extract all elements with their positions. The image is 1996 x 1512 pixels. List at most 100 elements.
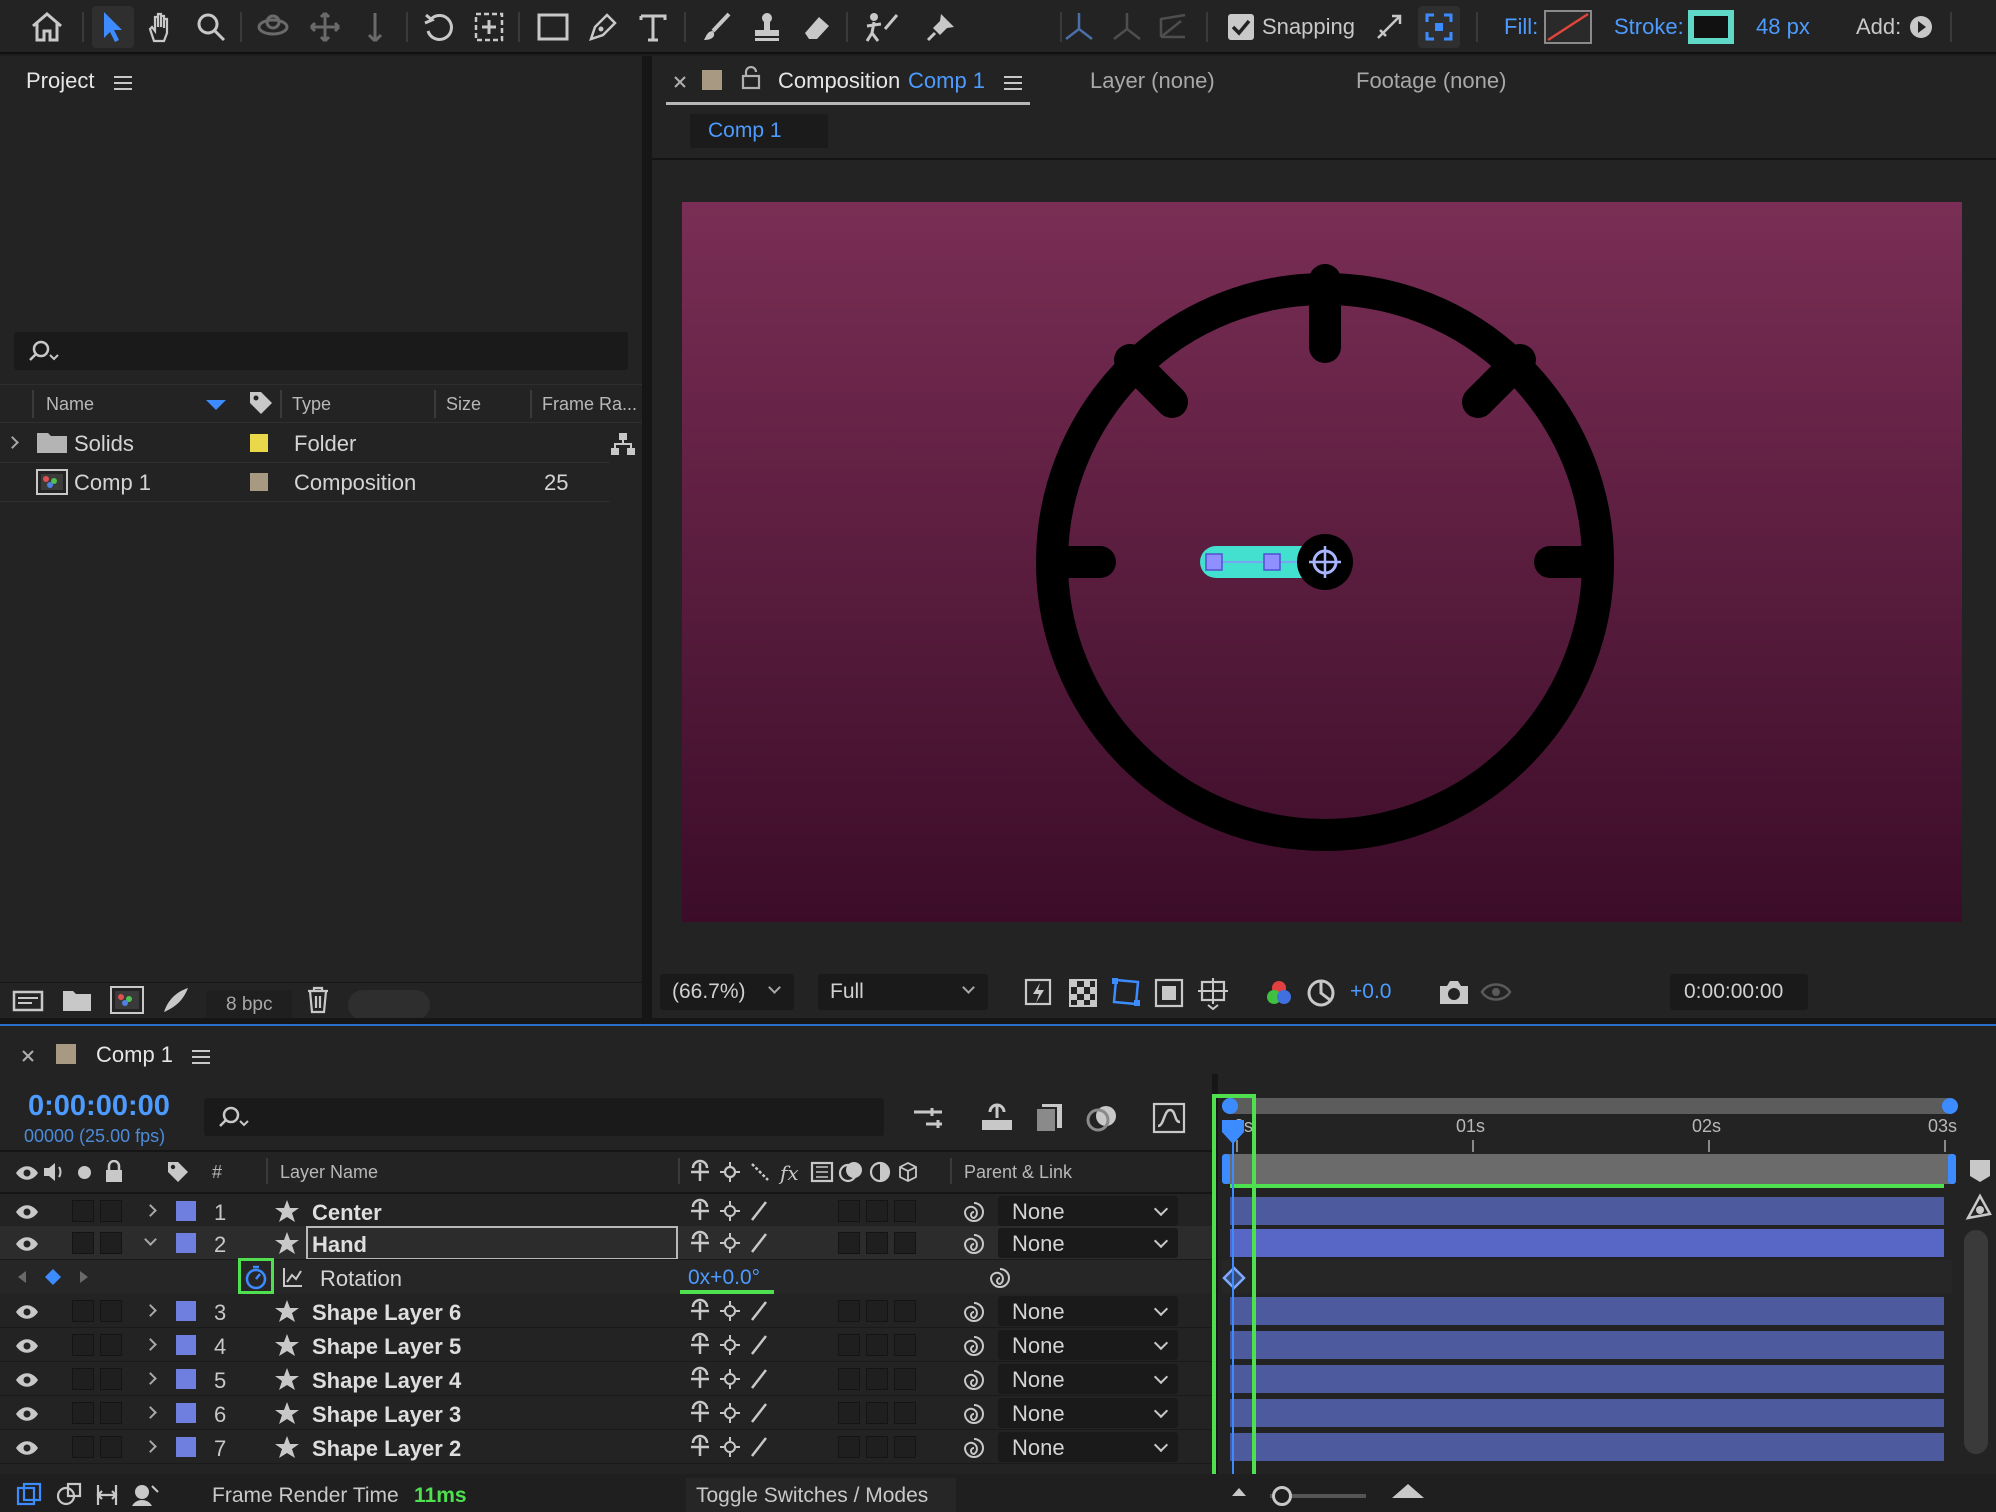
- type-tool-icon[interactable]: [632, 6, 674, 48]
- lock-switch[interactable]: [100, 1300, 122, 1322]
- add-keyframe-icon[interactable]: [44, 1268, 62, 1286]
- zoom-out-icon[interactable]: [1230, 1486, 1248, 1498]
- motion-blur-switch[interactable]: [838, 1200, 860, 1222]
- pickwhip-icon[interactable]: [962, 1300, 986, 1324]
- footage-tab[interactable]: Footage (none): [1356, 68, 1506, 94]
- grid-guides-icon[interactable]: [1196, 976, 1230, 1010]
- panel-divider[interactable]: [642, 56, 652, 1018]
- layer-row[interactable]: 4 Shape Layer 5 None: [0, 1328, 1212, 1362]
- axis-local-icon[interactable]: [1058, 6, 1100, 48]
- snapshot-camera-icon[interactable]: [1438, 978, 1470, 1006]
- motion-blur-switch[interactable]: [838, 1300, 860, 1322]
- 3d-layer-switch[interactable]: [894, 1300, 916, 1322]
- layer-switches[interactable]: [688, 1298, 784, 1324]
- comp-button-icon[interactable]: [1964, 1192, 1994, 1222]
- pan-camera-icon[interactable]: [304, 6, 346, 48]
- viewer-tab-comp-name[interactable]: Comp 1: [908, 68, 985, 94]
- motion-blur-icon[interactable]: [1086, 1102, 1118, 1134]
- pickwhip-icon[interactable]: [962, 1334, 986, 1358]
- pickwhip-icon[interactable]: [962, 1368, 986, 1392]
- panel-menu-icon[interactable]: [114, 76, 132, 90]
- lock-icon[interactable]: [740, 66, 762, 90]
- pickwhip-icon[interactable]: [962, 1436, 986, 1460]
- pickwhip-icon[interactable]: [988, 1266, 1012, 1290]
- reset-exposure-icon[interactable]: [1306, 978, 1336, 1008]
- fill-swatch[interactable]: [1544, 10, 1592, 44]
- current-time-display[interactable]: 0:00:00:00: [28, 1090, 170, 1123]
- layer-switches[interactable]: [688, 1434, 784, 1460]
- motion-blur-switch[interactable]: [838, 1368, 860, 1390]
- parent-dropdown[interactable]: None: [998, 1196, 1178, 1226]
- anchor-point-tool-icon[interactable]: [468, 6, 510, 48]
- rotation-tool-icon[interactable]: [418, 6, 460, 48]
- expand-chevron-icon[interactable]: [144, 1204, 157, 1217]
- layer-switches[interactable]: [688, 1400, 784, 1426]
- label-color-swatch[interactable]: [250, 434, 268, 452]
- home-icon[interactable]: [26, 6, 68, 48]
- layer-row[interactable]: 6 Shape Layer 3 None: [0, 1396, 1212, 1430]
- visibility-eye-icon[interactable]: [14, 1371, 40, 1389]
- graph-toggle-icon[interactable]: [282, 1266, 304, 1288]
- visibility-eye-icon[interactable]: [14, 1303, 40, 1321]
- adjustment-switch[interactable]: [866, 1232, 888, 1254]
- channel-rgb-icon[interactable]: [1264, 978, 1294, 1008]
- toggle-switches-modes-button[interactable]: Toggle Switches / Modes: [686, 1478, 956, 1512]
- parent-dropdown[interactable]: None: [998, 1398, 1178, 1428]
- orbit-camera-icon[interactable]: [252, 6, 294, 48]
- motion-blur-switch[interactable]: [838, 1334, 860, 1356]
- expand-chevron-icon[interactable]: [144, 1406, 157, 1419]
- lock-switch[interactable]: [100, 1334, 122, 1356]
- parent-dropdown[interactable]: None: [998, 1432, 1178, 1462]
- project-item-comp1[interactable]: Comp 1 Composition 25: [0, 463, 642, 501]
- pickwhip-icon[interactable]: [962, 1402, 986, 1426]
- layer-label-color[interactable]: [176, 1301, 196, 1321]
- pickwhip-icon[interactable]: [962, 1232, 986, 1256]
- visibility-eye-icon[interactable]: [14, 1235, 40, 1253]
- next-keyframe-icon[interactable]: [78, 1270, 90, 1284]
- new-composition-icon[interactable]: [110, 986, 144, 1014]
- timeline-tab-label[interactable]: Comp 1: [96, 1042, 173, 1068]
- layer-label-color[interactable]: [176, 1437, 196, 1457]
- 3d-layer-switch[interactable]: [894, 1334, 916, 1356]
- solo-switch[interactable]: [72, 1334, 94, 1356]
- layer-row[interactable]: 2 Hand None: [0, 1226, 1212, 1260]
- dolly-camera-icon[interactable]: [354, 6, 396, 48]
- zoom-in-icon[interactable]: [1390, 1482, 1426, 1500]
- viewer-tab-label[interactable]: Composition: [778, 68, 900, 94]
- 3d-layer-switch[interactable]: [894, 1368, 916, 1390]
- expand-chevron-icon[interactable]: [144, 1304, 157, 1317]
- parent-dropdown[interactable]: None: [998, 1364, 1178, 1394]
- eraser-tool-icon[interactable]: [796, 6, 838, 48]
- layer-tab[interactable]: Layer (none): [1090, 68, 1215, 94]
- solo-switch[interactable]: [72, 1300, 94, 1322]
- comp-marker-bin-icon[interactable]: [1968, 1158, 1992, 1184]
- vertical-scrollbar[interactable]: [1964, 1230, 1988, 1454]
- region-of-interest-icon[interactable]: [1154, 978, 1184, 1008]
- stroke-swatch[interactable]: [1688, 10, 1734, 44]
- parent-dropdown[interactable]: None: [998, 1296, 1178, 1326]
- visibility-eye-icon[interactable]: [14, 1337, 40, 1355]
- axis-world-icon[interactable]: [1106, 6, 1148, 48]
- work-area-bar[interactable]: [1226, 1154, 1952, 1184]
- lock-switch[interactable]: [100, 1200, 122, 1222]
- layer-label-color[interactable]: [176, 1403, 196, 1423]
- layer-duration-bar[interactable]: [1230, 1365, 1944, 1393]
- adjustment-switch[interactable]: [866, 1402, 888, 1424]
- layer-label-color[interactable]: [176, 1369, 196, 1389]
- 3d-layer-switch[interactable]: [894, 1232, 916, 1254]
- zoom-dropdown[interactable]: (66.7%): [660, 974, 794, 1010]
- expand-chevron-icon[interactable]: [144, 1338, 157, 1351]
- stopwatch-icon[interactable]: [244, 1264, 268, 1290]
- rotation-value[interactable]: 0x+0.0°: [688, 1266, 760, 1290]
- sort-arrow-icon[interactable]: [204, 398, 228, 412]
- expand-chevron-icon[interactable]: [144, 1372, 157, 1385]
- visibility-eye-icon[interactable]: [14, 1203, 40, 1221]
- work-area-navigator[interactable]: [1222, 1098, 1954, 1114]
- solo-switch[interactable]: [72, 1200, 94, 1222]
- solo-switch[interactable]: [72, 1368, 94, 1390]
- layer-switches[interactable]: [688, 1366, 784, 1392]
- lock-switch[interactable]: [100, 1368, 122, 1390]
- pen-tool-icon[interactable]: [582, 6, 624, 48]
- column-layer-name[interactable]: Layer Name: [280, 1162, 378, 1183]
- layer-row[interactable]: 5 Shape Layer 4 None: [0, 1362, 1212, 1396]
